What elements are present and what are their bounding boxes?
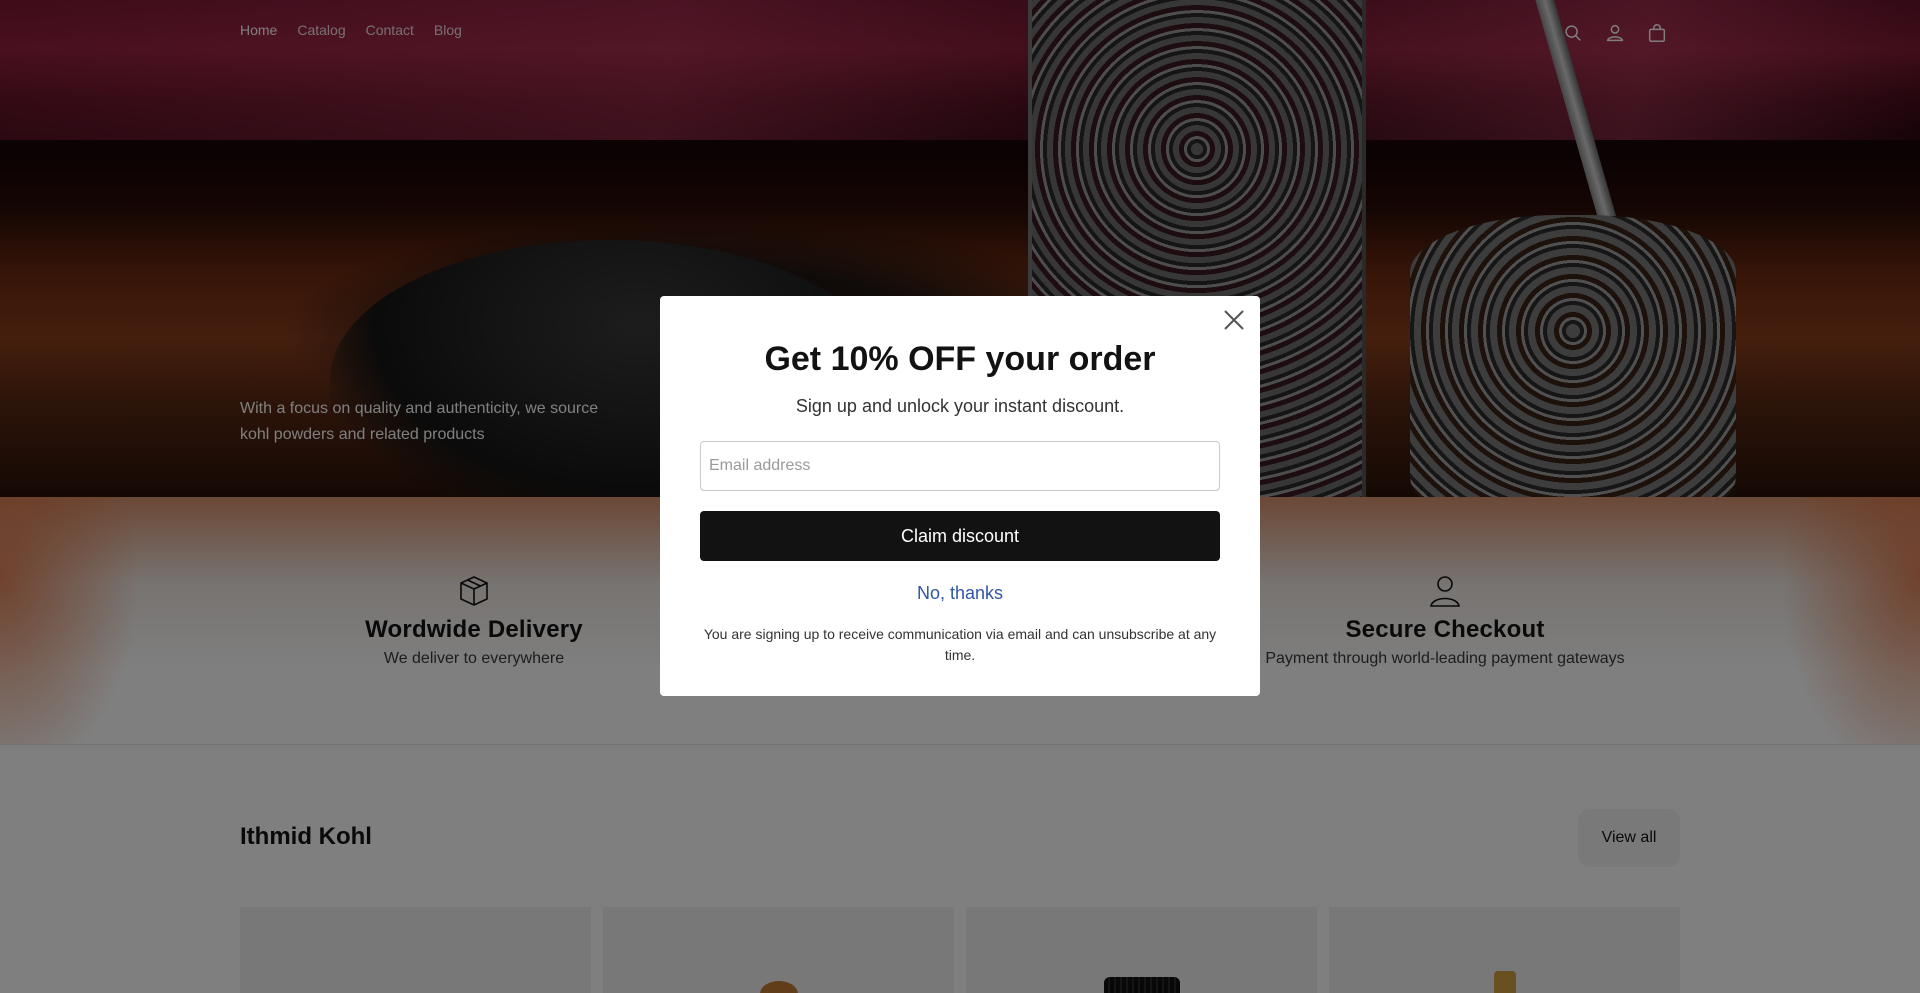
no-thanks-link[interactable]: No, thanks [660,583,1260,604]
claim-discount-button[interactable]: Claim discount [700,511,1220,561]
close-icon [1224,310,1244,330]
popup-disclaimer: You are signing up to receive communicat… [703,626,1217,663]
discount-popup: Get 10% OFF your order Sign up and unloc… [660,296,1260,696]
popup-title: Get 10% OFF your order [764,340,1156,378]
close-button[interactable] [1220,306,1248,334]
popup-subtitle: Sign up and unlock your instant discount… [795,396,1125,416]
email-input[interactable] [700,441,1220,491]
